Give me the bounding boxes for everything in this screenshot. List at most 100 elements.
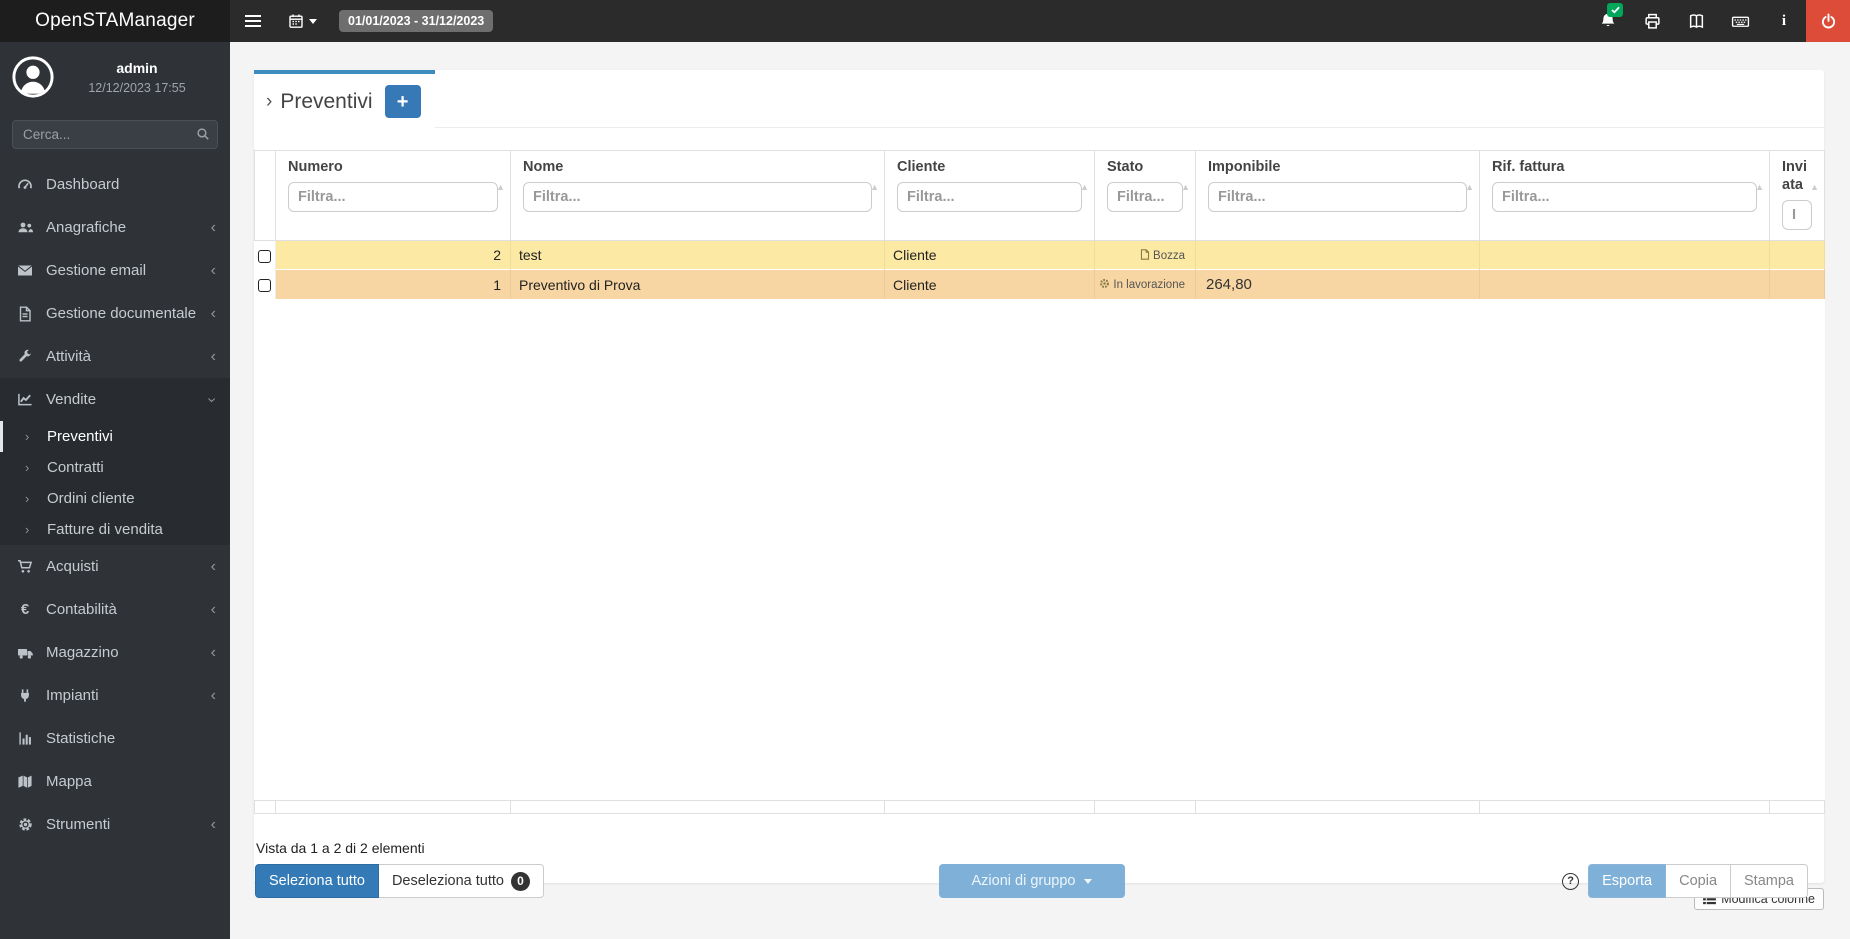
page-title: › Preventivi xyxy=(266,89,373,113)
map-icon xyxy=(14,774,36,789)
sidebar-item-label: Anagrafiche xyxy=(46,219,127,236)
table-row[interactable]: 1 Preventivo di Prova Cliente In lavoraz… xyxy=(254,269,1825,299)
cell-stato: Bozza xyxy=(1094,240,1196,270)
sidebar-item-magazzino[interactable]: Magazzino ‹ xyxy=(0,631,230,674)
sidebar-item-attivita[interactable]: Attività ‹ xyxy=(0,335,230,378)
sidebar-item-acquisti[interactable]: Acquisti ‹ xyxy=(0,545,230,588)
chevron-down-icon: › xyxy=(203,396,221,403)
avatar xyxy=(12,56,54,98)
sort-asc-icon: ▲ xyxy=(1181,182,1190,193)
book-icon xyxy=(1689,13,1703,28)
selected-count-badge: 0 xyxy=(510,871,530,891)
filter-input-imponibile[interactable] xyxy=(1208,182,1467,213)
column-header-imponibile[interactable]: Imponibile ▲ xyxy=(1195,149,1480,242)
calendar-icon xyxy=(288,13,304,29)
chevron-left-icon: ‹ xyxy=(210,557,216,575)
sidebar-item-label: Gestione documentale xyxy=(46,305,197,322)
search-icon xyxy=(196,127,210,141)
check-icon xyxy=(1610,6,1620,14)
gear-icon xyxy=(1100,279,1110,288)
deselect-all-button[interactable]: Deseleziona tutto 0 xyxy=(378,864,544,899)
sidebar-item-mappa[interactable]: Mappa xyxy=(0,760,230,803)
chevron-right-icon: › xyxy=(25,460,30,475)
chevron-left-icon: ‹ xyxy=(210,261,216,279)
user-datetime: 12/12/2023 17:55 xyxy=(88,80,186,95)
row-checkbox[interactable] xyxy=(258,250,272,264)
table-row[interactable]: 2 test Cliente Bozza xyxy=(254,240,1825,270)
hamburger-icon xyxy=(245,12,261,30)
cart-icon xyxy=(14,559,36,574)
tab-preventivi[interactable]: › Preventivi + xyxy=(254,70,435,129)
sidebar-item-statistiche[interactable]: Statistiche xyxy=(0,717,230,760)
help-icon[interactable]: ? xyxy=(1562,872,1580,890)
results-info: Vista da 1 a 2 di 2 elementi xyxy=(256,840,425,857)
sidebar-item-impianti[interactable]: Impianti ‹ xyxy=(0,674,230,717)
wrench-icon xyxy=(14,349,36,364)
sidebar-subitem-label: Preventivi xyxy=(47,428,113,445)
column-header-nome[interactable]: Nome ▲ xyxy=(510,149,885,242)
sidebar-item-label: Dashboard xyxy=(46,176,120,193)
sidebar-subitem-label: Fatture di vendita xyxy=(47,521,163,538)
info-button[interactable]: i xyxy=(1762,0,1806,42)
tachometer-icon xyxy=(14,177,36,193)
export-button[interactable]: Esporta xyxy=(1588,864,1667,899)
select-column-header xyxy=(254,149,276,242)
notifications-button[interactable] xyxy=(1586,0,1630,42)
sidebar-subitem-contratti[interactable]: › Contratti xyxy=(0,452,230,483)
copy-button[interactable]: Copia xyxy=(1666,864,1732,899)
sidebar-item-gestione-email[interactable]: Gestione email ‹ xyxy=(0,249,230,292)
sidebar-item-anagrafiche[interactable]: Anagrafiche ‹ xyxy=(0,206,230,249)
column-header-stato[interactable]: Stato ▲ xyxy=(1094,149,1196,242)
search-input[interactable] xyxy=(12,120,218,149)
column-header-cliente[interactable]: Cliente ▲ xyxy=(884,149,1095,242)
sidebar-subitem-ordini-cliente[interactable]: › Ordini cliente xyxy=(0,483,230,514)
sidebar-item-gestione-documentale[interactable]: Gestione documentale ‹ xyxy=(0,292,230,335)
user-panel: admin 12/12/2023 17:55 xyxy=(0,42,230,110)
sidebar-subitem-preventivi[interactable]: › Preventivi xyxy=(0,421,230,452)
users-icon xyxy=(14,220,36,236)
filter-input-nome[interactable] xyxy=(523,182,872,213)
filter-input-cliente[interactable] xyxy=(897,182,1082,213)
filter-input-numero[interactable] xyxy=(288,182,498,213)
group-actions-button[interactable]: Azioni di gruppo xyxy=(938,864,1125,899)
column-header-numero[interactable]: Numero ▲ xyxy=(275,149,511,242)
sidebar-item-strumenti[interactable]: Strumenti ‹ xyxy=(0,803,230,846)
cell-numero: 1 xyxy=(275,269,511,299)
print-button[interactable] xyxy=(1630,0,1674,42)
filter-input-stato[interactable] xyxy=(1107,182,1183,213)
docs-button[interactable] xyxy=(1674,0,1718,42)
filter-input-rif-fattura[interactable] xyxy=(1492,182,1757,213)
sidebar-toggle-button[interactable] xyxy=(230,0,276,42)
date-range-badge[interactable]: 01/01/2023 - 31/12/2023 xyxy=(339,10,494,32)
cell-imponibile: 264,80 xyxy=(1195,269,1480,299)
table-empty-space xyxy=(254,298,1825,801)
user-name: admin xyxy=(116,59,158,76)
sidebar-item-dashboard[interactable]: Dashboard xyxy=(0,163,230,206)
envelope-icon xyxy=(14,264,36,278)
chart-line-icon xyxy=(14,392,36,407)
column-header-inviata[interactable]: Inviata ▲ xyxy=(1769,149,1825,242)
cell-stato: In lavorazione xyxy=(1094,269,1196,299)
cell-cliente: Cliente xyxy=(884,240,1095,270)
sidebar-subitem-fatture-di-vendita[interactable]: › Fatture di vendita xyxy=(0,514,230,545)
select-all-button[interactable]: Seleziona tutto xyxy=(255,864,379,899)
info-icon: i xyxy=(1781,12,1787,29)
sidebar-section-vendite: Vendite › › Preventivi › Contratti › Ord… xyxy=(0,378,230,545)
table-footer-row xyxy=(254,800,1825,815)
sort-asc-icon: ▲ xyxy=(1810,182,1819,193)
bar-chart-icon xyxy=(14,731,36,746)
add-preventivo-button[interactable]: + xyxy=(384,85,421,118)
logout-button[interactable] xyxy=(1806,0,1850,42)
row-checkbox[interactable] xyxy=(258,279,272,293)
filter-input-inviata[interactable] xyxy=(1782,200,1812,231)
sidebar-item-vendite[interactable]: Vendite › xyxy=(0,378,230,421)
sidebar-subitem-label: Ordini cliente xyxy=(47,490,135,507)
sidebar-item-contabilita[interactable]: € Contabilità ‹ xyxy=(0,588,230,631)
shortcuts-button[interactable] xyxy=(1718,0,1762,42)
sidebar-subitem-label: Contratti xyxy=(47,459,104,476)
chevron-right-icon: › xyxy=(25,522,30,537)
print-table-button[interactable]: Stampa xyxy=(1731,864,1808,899)
column-header-rif-fattura[interactable]: Rif. fattura ▲ xyxy=(1479,149,1770,242)
chevron-right-icon: › xyxy=(25,429,30,444)
period-dropdown[interactable] xyxy=(288,13,317,29)
